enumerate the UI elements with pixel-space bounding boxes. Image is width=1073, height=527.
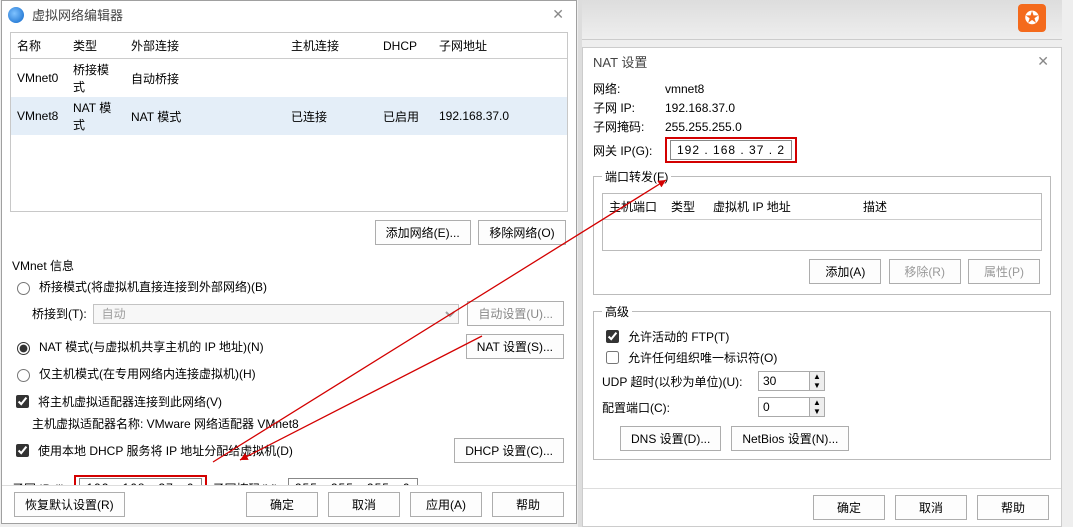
connect-adapter-check[interactable] bbox=[16, 395, 29, 408]
netbios-settings-button[interactable]: NetBios 设置(N)... bbox=[731, 426, 849, 451]
pf-remove-button[interactable]: 移除(R) bbox=[889, 259, 961, 284]
col-name[interactable]: 名称 bbox=[11, 33, 67, 59]
use-dhcp-check[interactable] bbox=[16, 444, 29, 457]
nat-settings-window: NAT 设置 ✕ 网络: vmnet8 子网 IP: 192.168.37.0 子网… bbox=[582, 47, 1062, 527]
bridge-mode-radio[interactable] bbox=[17, 282, 30, 295]
pf-add-button[interactable]: 添加(A) bbox=[809, 259, 881, 284]
sub-ip-label: 子网 IP: bbox=[593, 99, 659, 116]
app-icon bbox=[8, 7, 24, 23]
dns-settings-button[interactable]: DNS 设置(D)... bbox=[620, 426, 721, 451]
advanced-legend: 高级 bbox=[602, 303, 632, 320]
gateway-input[interactable]: 192 . 168 . 37 . 2 bbox=[670, 140, 792, 160]
use-dhcp-label: 使用本地 DHCP 服务将 IP 地址分配给虚拟机(D) bbox=[38, 442, 293, 459]
hostonly-mode-radio[interactable] bbox=[17, 369, 30, 382]
net-value: vmnet8 bbox=[665, 82, 704, 96]
ok-button[interactable]: 确定 bbox=[813, 495, 885, 520]
pf-properties-button[interactable]: 属性(P) bbox=[968, 259, 1040, 284]
help-button[interactable]: 帮助 bbox=[977, 495, 1049, 520]
ok-button[interactable]: 确定 bbox=[246, 492, 318, 517]
restore-defaults-button[interactable]: 恢复默认设置(R) bbox=[14, 492, 125, 517]
gateway-label: 网关 IP(G): bbox=[593, 142, 659, 159]
close-icon[interactable]: ✕ bbox=[1031, 53, 1055, 70]
bridge-to-select: 自动 bbox=[93, 304, 460, 324]
col-host[interactable]: 主机连接 bbox=[285, 33, 377, 59]
vmnet-table[interactable]: 名称 类型 外部连接 主机连接 DHCP 子网地址 VMnet0桥接模式 自动桥… bbox=[10, 32, 568, 212]
nat-mode-label: NAT 模式(与虚拟机共享主机的 IP 地址)(N) bbox=[39, 338, 264, 355]
window-title: 虚拟网络编辑器 bbox=[28, 5, 546, 24]
col-ext[interactable]: 外部连接 bbox=[125, 33, 285, 59]
col-type[interactable]: 类型 bbox=[67, 33, 125, 59]
auto-settings-button[interactable]: 自动设置(U)... bbox=[467, 301, 564, 326]
sub-ip-value: 192.168.37.0 bbox=[665, 101, 735, 115]
bookmark-icon: ✪ bbox=[1018, 4, 1046, 32]
port-forward-group: 端口转发(F) 主机端口 类型 虚拟机 IP 地址 描述 添加(A) 移除(R)… bbox=[593, 168, 1051, 295]
port-forward-table[interactable]: 主机端口 类型 虚拟机 IP 地址 描述 bbox=[602, 193, 1042, 251]
table-row[interactable]: VMnet8NAT 模式 NAT 模式已连接 已启用192.168.37.0 bbox=[11, 97, 567, 135]
bridge-mode-label: 桥接模式(将虚拟机直接连接到外部网络)(B) bbox=[39, 278, 267, 295]
nat-mode-radio[interactable] bbox=[17, 342, 30, 355]
dhcp-settings-button[interactable]: DHCP 设置(C)... bbox=[454, 438, 564, 463]
pf-col-hostport[interactable]: 主机端口 bbox=[603, 194, 665, 220]
vmnet-info-label: VMnet 信息 bbox=[2, 253, 576, 276]
udp-timeout-label: UDP 超时(以秒为单位)(U): bbox=[602, 373, 752, 390]
spinner-buttons[interactable]: ▲▼ bbox=[810, 371, 825, 391]
add-network-button[interactable]: 添加网络(E)... bbox=[375, 220, 471, 245]
allow-oui-label: 允许任何组织唯一标识符(O) bbox=[628, 349, 777, 366]
virtual-network-editor-window: 虚拟网络编辑器 ✕ 名称 类型 外部连接 主机连接 DHCP 子网地址 VMne… bbox=[1, 0, 577, 524]
cancel-button[interactable]: 取消 bbox=[328, 492, 400, 517]
help-button[interactable]: 帮助 bbox=[492, 492, 564, 517]
bridge-to-label: 桥接到(T): bbox=[32, 305, 87, 322]
connect-adapter-label: 将主机虚拟适配器连接到此网络(V) bbox=[38, 393, 222, 410]
close-icon[interactable]: ✕ bbox=[546, 6, 570, 23]
gateway-highlight: 192 . 168 . 37 . 2 bbox=[665, 137, 797, 163]
advanced-group: 高级 允许活动的 FTP(T) 允许任何组织唯一标识符(O) UDP 超时(以秒… bbox=[593, 303, 1051, 460]
pf-col-vmip[interactable]: 虚拟机 IP 地址 bbox=[707, 194, 857, 220]
table-row[interactable]: VMnet0桥接模式 自动桥接 bbox=[11, 59, 567, 98]
pf-col-type[interactable]: 类型 bbox=[665, 194, 707, 220]
pf-col-desc[interactable]: 描述 bbox=[857, 194, 1041, 220]
col-subnet[interactable]: 子网地址 bbox=[433, 33, 567, 59]
net-label: 网络: bbox=[593, 80, 659, 97]
nat-window-title: NAT 设置 bbox=[589, 52, 1031, 71]
spinner-buttons[interactable]: ▲▼ bbox=[810, 397, 825, 417]
cancel-button[interactable]: 取消 bbox=[895, 495, 967, 520]
adapter-name-label: 主机虚拟适配器名称: VMware 网络适配器 VMnet8 bbox=[32, 415, 299, 432]
allow-oui-check[interactable] bbox=[606, 351, 619, 364]
allow-ftp-label: 允许活动的 FTP(T) bbox=[628, 328, 729, 345]
apply-button[interactable]: 应用(A) bbox=[410, 492, 482, 517]
hostonly-mode-label: 仅主机模式(在专用网络内连接虚拟机)(H) bbox=[39, 365, 256, 382]
sub-mask-label: 子网掩码: bbox=[593, 118, 659, 135]
nat-settings-button[interactable]: NAT 设置(S)... bbox=[466, 334, 564, 359]
config-port-input[interactable] bbox=[758, 397, 810, 417]
sub-mask-value: 255.255.255.0 bbox=[665, 120, 742, 134]
allow-ftp-check[interactable] bbox=[606, 330, 619, 343]
udp-timeout-input[interactable] bbox=[758, 371, 810, 391]
config-port-label: 配置端口(C): bbox=[602, 399, 752, 416]
remove-network-button[interactable]: 移除网络(O) bbox=[478, 220, 566, 245]
port-forward-legend: 端口转发(F) bbox=[602, 168, 671, 185]
col-dhcp[interactable]: DHCP bbox=[377, 33, 433, 59]
